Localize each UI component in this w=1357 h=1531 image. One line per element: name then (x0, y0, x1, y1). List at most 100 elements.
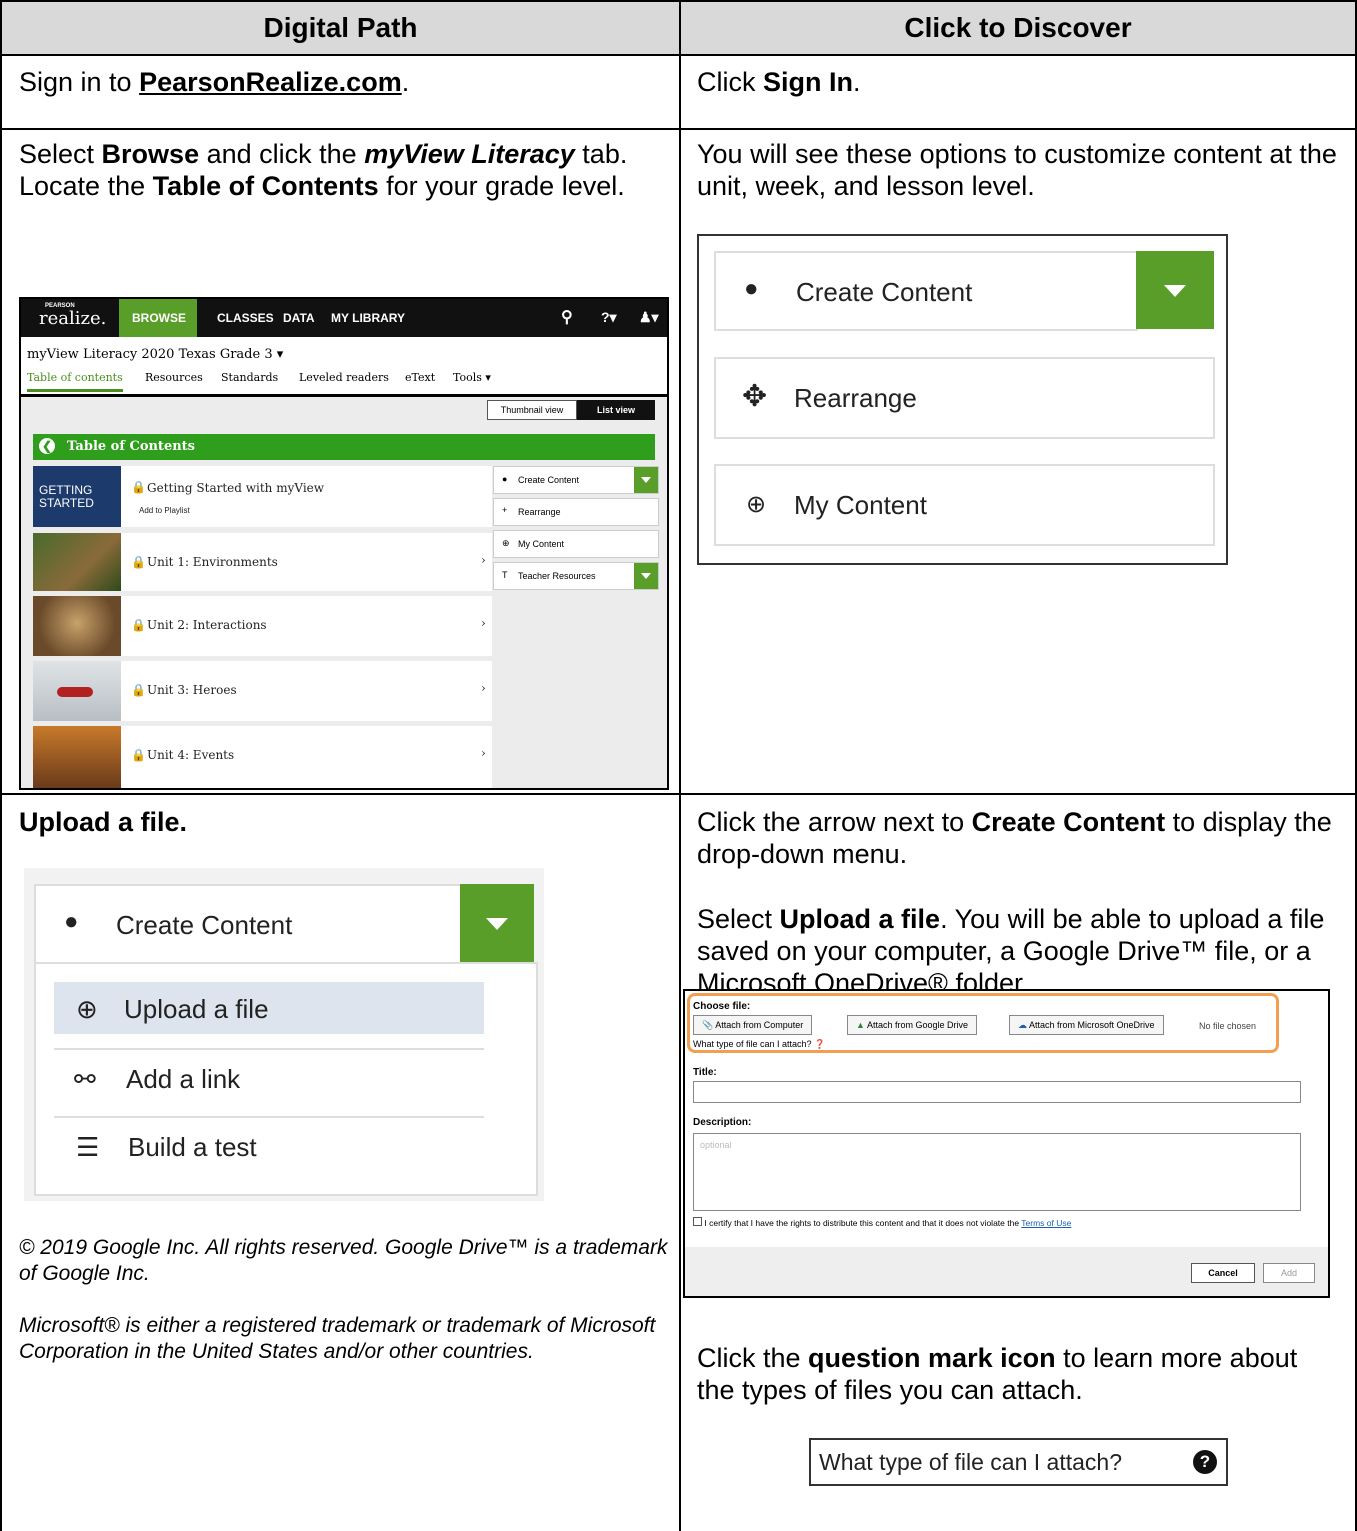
help-icon[interactable]: ?▾ (601, 309, 617, 326)
my-content-button[interactable]: ⊕ My Content (714, 464, 1215, 546)
tab-etext[interactable]: eText (405, 371, 435, 384)
description-textarea[interactable]: optional (693, 1133, 1301, 1211)
tab-leveled-readers[interactable]: Leveled readers (299, 371, 389, 384)
list-item-unit-3[interactable]: 🔒 Unit 3: Heroes › (33, 661, 492, 721)
unit4-thumbnail (33, 726, 121, 788)
tab-table-of-contents[interactable]: Table of contents (27, 371, 123, 384)
tab-resources[interactable]: Resources (145, 371, 203, 384)
highlight-outline (687, 993, 1279, 1053)
product-bar: myView Literacy 2020 Texas Grade 3 ▾ Tab… (21, 337, 667, 397)
list-icon: ☰ (76, 1132, 100, 1162)
realize-logo: realize. (39, 308, 107, 329)
upload-file-bold: Upload a file (779, 904, 941, 934)
teacher-dropdown-toggle[interactable] (634, 563, 658, 589)
lock-icon: 🔒 (131, 748, 146, 762)
chevron-right-icon[interactable]: › (481, 616, 486, 630)
thumbnail-view-button[interactable]: Thumbnail view (487, 400, 577, 420)
menu-item-upload-file[interactable]: ⊕ Upload a file (54, 982, 484, 1034)
upload-circle-icon: ⊕ (746, 491, 767, 518)
side-teacher-resources[interactable]: T Teacher Resources (493, 562, 659, 590)
side-rearrange-label: Rearrange (518, 507, 561, 517)
tab-standards[interactable]: Standards (221, 371, 278, 384)
nav-browse[interactable]: BROWSE (132, 311, 186, 325)
menu-divider (54, 1048, 484, 1050)
myview-literacy-label: myView Literacy (364, 139, 575, 169)
menu-item-build-test[interactable]: ☰ Build a test (54, 1120, 484, 1172)
rearrange-button[interactable]: ✥ Rearrange (714, 357, 1215, 439)
unit3-thumbnail (33, 661, 121, 721)
list-item-title[interactable]: Unit 1: Environments (147, 555, 278, 569)
list-item-title[interactable]: Unit 2: Interactions (147, 618, 267, 632)
helicopter-shape (57, 687, 93, 697)
side-create-content[interactable]: ● Create Content (493, 466, 659, 494)
user-icon[interactable]: ♟▾ (639, 309, 659, 326)
row1-left-text: Sign in to PearsonRealize.com. (19, 66, 669, 98)
create-content-menu-panel: ● Create Content ⊕ Upload a file ⚯ Add a… (24, 868, 544, 1201)
google-trademark-note: © 2019 Google Inc. All rights reserved. … (19, 1236, 668, 1285)
my-content-label: My Content (794, 490, 927, 520)
teacher-icon: T (502, 570, 508, 580)
row1-right-post: . (853, 67, 861, 97)
add-button[interactable]: Add (1263, 1263, 1315, 1283)
side-my-content[interactable]: ⊕ My Content (493, 530, 659, 558)
description-label: Description: (693, 1117, 752, 1128)
list-view-button[interactable]: List view (577, 400, 655, 420)
add-to-playlist-link[interactable]: Add to Playlist (139, 506, 190, 515)
list-item-title[interactable]: Unit 3: Heroes (147, 683, 237, 697)
create-content-dropdown-arrow[interactable] (1136, 251, 1214, 329)
microsoft-trademark-note: Microsoft® is either a registered tradem… (19, 1314, 656, 1363)
list-item-title[interactable]: Unit 4: Events (147, 748, 234, 762)
cancel-button[interactable]: Cancel (1191, 1263, 1255, 1283)
what-type-callout: What type of file can I attach? ? (809, 1438, 1228, 1486)
menu-item-add-link[interactable]: ⚯ Add a link (54, 1052, 484, 1104)
list-item-unit-4[interactable]: 🔒 Unit 4: Events › (33, 726, 492, 788)
lock-icon: 🔒 (131, 683, 146, 697)
row2-left-text: Select Browse and click the myView Liter… (19, 138, 669, 202)
list-item-unit-1[interactable]: 🔒 Unit 1: Environments › (33, 533, 492, 591)
back-circle-icon[interactable]: ❮ (39, 438, 55, 454)
pearson-realize-link[interactable]: PearsonRealize.com (139, 67, 402, 97)
nav-classes[interactable]: CLASSES (217, 311, 274, 325)
realize-screenshot: PEARSON realize. BROWSE CLASSES DATA MY … (19, 297, 669, 790)
header-digital-path: Digital Path (263, 12, 418, 43)
side-create-content-label: Create Content (518, 475, 580, 485)
plus-circle-icon: ● (744, 275, 759, 302)
question-mark-icon[interactable]: ? (1193, 1450, 1217, 1474)
chevron-right-icon[interactable]: › (481, 553, 486, 567)
list-item-title[interactable]: Getting Started with myView (147, 481, 324, 495)
side-rearrange[interactable]: + Rearrange (493, 498, 659, 526)
getting-started-thumb-text: GETTING STARTED (39, 483, 94, 510)
create-content-button[interactable]: ● Create Content (34, 884, 462, 964)
row2-text-a: Select (19, 139, 102, 169)
terms-of-use-link[interactable]: Terms of Use (1021, 1218, 1071, 1228)
dropdown-menu: ⊕ Upload a file ⚯ Add a link ☰ Build a t… (34, 962, 538, 1196)
create-content-bold: Create Content (971, 807, 1166, 837)
toc-header-bar: ❮ Table of Contents (33, 434, 655, 460)
plus-circle-icon: ● (64, 908, 79, 935)
chevron-right-icon[interactable]: › (481, 746, 486, 760)
search-icon[interactable]: ⚲ (561, 307, 573, 327)
title-input[interactable] (693, 1081, 1301, 1103)
certify-row: I certify that I have the rights to dist… (693, 1217, 1071, 1228)
create-dropdown-toggle[interactable] (634, 467, 658, 493)
link-icon: ⚯ (74, 1064, 96, 1094)
row3-text-a: Click the arrow next to (697, 807, 972, 837)
upload-circle-icon: ⊕ (76, 994, 98, 1024)
product-title[interactable]: myView Literacy 2020 Texas Grade 3 ▾ (27, 347, 283, 362)
create-content-dropdown-arrow[interactable] (460, 884, 534, 962)
list-item-unit-2[interactable]: 🔒 Unit 2: Interactions › (33, 596, 492, 656)
nav-data[interactable]: DATA (283, 311, 315, 325)
row1-left-pre: Sign in to (19, 67, 140, 97)
chevron-right-icon[interactable]: › (481, 681, 486, 695)
browse-label: Browse (101, 139, 200, 169)
create-content-button[interactable]: ● Create Content (714, 251, 1138, 331)
move-icon: + (502, 505, 508, 515)
options-panel: ● Create Content ✥ Rearrange ⊕ My Conten… (697, 234, 1228, 565)
plus-circle-icon: ● (502, 474, 508, 484)
build-test-label: Build a test (128, 1132, 257, 1162)
list-item-getting-started[interactable]: GETTING STARTED 🔒 Getting Started with m… (33, 466, 492, 527)
tab-tools[interactable]: Tools ▾ (453, 371, 491, 384)
row3-text-g: Click the (697, 1343, 809, 1373)
nav-my-library[interactable]: MY LIBRARY (331, 311, 405, 325)
certify-checkbox[interactable] (693, 1217, 702, 1226)
